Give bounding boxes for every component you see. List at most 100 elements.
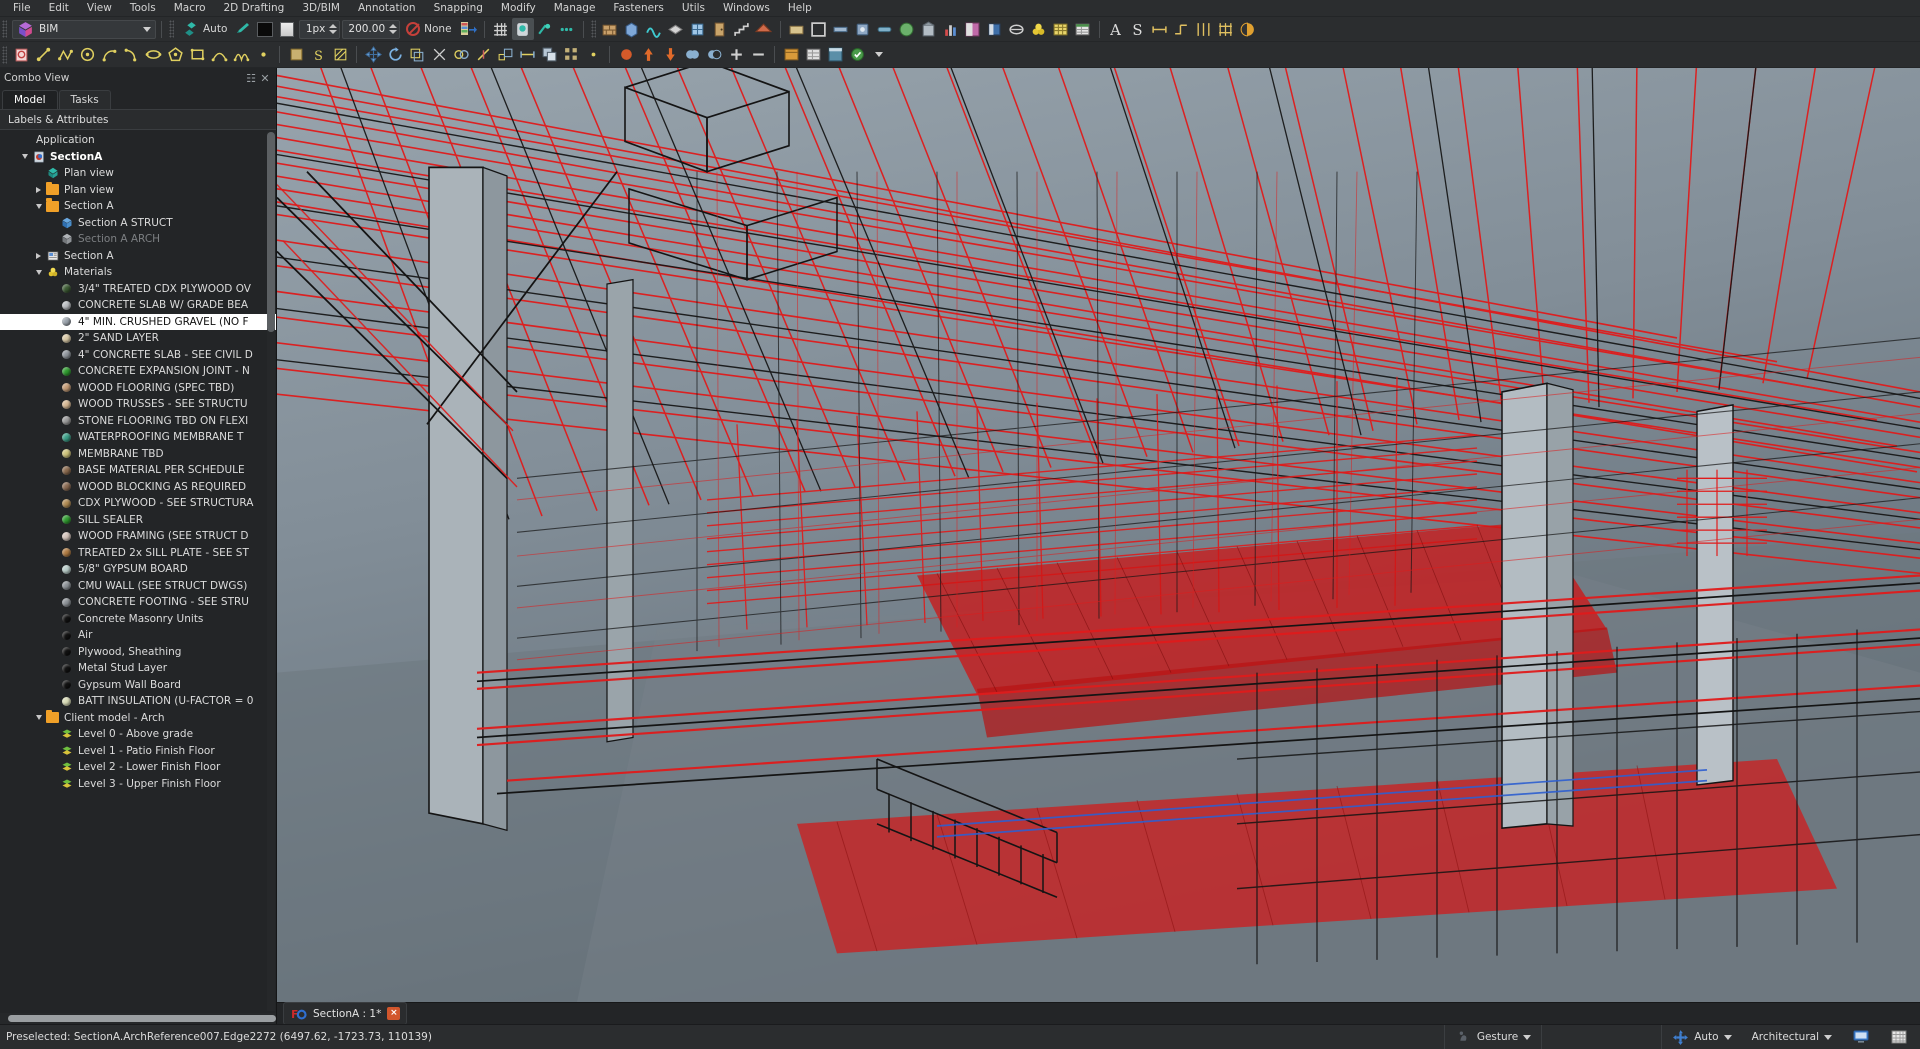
ifc-explorer-button[interactable] <box>780 44 802 66</box>
undock-icon[interactable]: ☷ <box>244 71 258 85</box>
point-array-button[interactable] <box>582 44 604 66</box>
extrude-down-button[interactable] <box>659 44 681 66</box>
tree-item[interactable]: WOOD FRAMING (SEE STRUCT D <box>0 528 276 545</box>
close-icon[interactable]: ✕ <box>258 71 272 85</box>
leader-tool-button[interactable]: S <box>1127 18 1149 40</box>
window-tool-button[interactable] <box>687 18 709 40</box>
toolbar-grip[interactable] <box>2 20 7 38</box>
toggle-grid-button[interactable] <box>490 18 512 40</box>
bezier-tool-button[interactable] <box>230 44 252 66</box>
scrollbar-thumb[interactable] <box>267 132 275 332</box>
polygon-tool-button[interactable] <box>164 44 186 66</box>
navigation-style-selector[interactable]: Gesture <box>1443 1024 1541 1049</box>
tree-item[interactable]: BATT INSULATION (U-FACTOR = 0 <box>0 693 276 710</box>
arc-tool-button[interactable] <box>98 44 120 66</box>
preflight-button[interactable] <box>846 44 868 66</box>
model-tree-container[interactable]: Application SectionA Plan view Plan view Sec… <box>0 130 276 1013</box>
space-tool-button[interactable] <box>962 18 984 40</box>
tree-item[interactable]: Section A ARCH <box>0 231 276 248</box>
tree-item[interactable]: Level 1 - Patio Finish Floor <box>0 743 276 760</box>
tree-item[interactable]: 2" SAND LAYER <box>0 330 276 347</box>
line-color-picker-button[interactable] <box>232 18 254 40</box>
snap-more-button[interactable] <box>556 18 578 40</box>
rebar-tool-button[interactable] <box>643 18 665 40</box>
tree-item[interactable]: SILL SEALER <box>0 512 276 529</box>
bim-views-button[interactable] <box>824 44 846 66</box>
line-color-swatch[interactable] <box>254 18 276 40</box>
circle-tool-button[interactable] <box>76 44 98 66</box>
toggle-fullscreen-button[interactable] <box>1842 1025 1880 1049</box>
menu-item-help[interactable]: Help <box>779 0 821 17</box>
stretch-tool-button[interactable] <box>516 44 538 66</box>
tree-item[interactable]: CDX PLYWOOD - SEE STRUCTURA <box>0 495 276 512</box>
tree-item[interactable]: WATERPROOFING MEMBRANE T <box>0 429 276 446</box>
tree-item[interactable]: CONCRETE EXPANSION JOINT - N <box>0 363 276 380</box>
close-icon[interactable]: × <box>387 1007 401 1020</box>
chevron-right-icon[interactable] <box>32 252 45 259</box>
dimension-mode-selector[interactable]: Auto <box>1661 1024 1741 1049</box>
ellipse-tool-button[interactable] <box>142 44 164 66</box>
tree-item[interactable]: TREATED 2x SILL PLATE - SEE ST <box>0 545 276 562</box>
sketch-tool-button[interactable] <box>10 44 32 66</box>
clone-tool-button[interactable] <box>538 44 560 66</box>
tree-item[interactable]: Air <box>0 627 276 644</box>
tree-item[interactable]: Level 3 - Upper Finish Floor <box>0 776 276 793</box>
menu-item-utils[interactable]: Utils <box>673 0 714 17</box>
line-width-spinner[interactable]: 1px <box>299 19 341 39</box>
spinner-arrows[interactable] <box>329 24 338 34</box>
menu-item-view[interactable]: View <box>78 0 121 17</box>
door-tool-button[interactable] <box>709 18 731 40</box>
tree-item[interactable]: 3/4" TREATED CDX PLYWOOD OV <box>0 281 276 298</box>
wall-tool-button[interactable] <box>599 18 621 40</box>
offset-tool-button[interactable] <box>406 44 428 66</box>
menu-item-edit[interactable]: Edit <box>40 0 78 17</box>
tree-item[interactable]: CONCRETE SLAB W/ GRADE BEA <box>0 297 276 314</box>
building-tool-button[interactable] <box>918 18 940 40</box>
tree-item[interactable]: Section A STRUCT <box>0 215 276 232</box>
remove-component-button[interactable] <box>747 44 769 66</box>
tree-item[interactable]: Client model - Arch <box>0 709 276 727</box>
tree-item[interactable]: Gypsum Wall Board <box>0 677 276 694</box>
apply-current-style-button[interactable] <box>457 18 479 40</box>
add-component-button[interactable] <box>725 44 747 66</box>
autogroup-button[interactable]: Auto <box>177 18 232 40</box>
color-red-button[interactable] <box>615 44 637 66</box>
frame-tool-button[interactable] <box>808 18 830 40</box>
menu-item-snapping[interactable]: Snapping <box>425 0 492 17</box>
toolbar-grip[interactable] <box>590 20 596 38</box>
apply-style-button[interactable]: None <box>401 18 456 40</box>
facebinder-tool-button[interactable] <box>285 44 307 66</box>
beam-tool-button[interactable] <box>830 18 852 40</box>
chevron-down-icon[interactable] <box>32 715 45 721</box>
tree-item[interactable]: WOOD TRUSSES - SEE STRUCTU <box>0 396 276 413</box>
point-tool-button[interactable] <box>252 44 274 66</box>
tree-item[interactable]: 4" CONCRETE SLAB - SEE CIVIL D <box>0 347 276 364</box>
subtract-button[interactable] <box>703 44 725 66</box>
roof-tool-button[interactable] <box>753 18 775 40</box>
profile-tool-button[interactable] <box>1006 18 1028 40</box>
move-tool-button[interactable] <box>362 44 384 66</box>
menu-item-2d-drafting[interactable]: 2D Drafting <box>215 0 294 17</box>
text-tool-button[interactable]: A <box>1105 18 1127 40</box>
text-size-spinner[interactable]: 200.00 <box>342 19 401 39</box>
chevron-right-icon[interactable] <box>32 186 45 193</box>
tree-item[interactable]: CONCRETE FOOTING - SEE STRU <box>0 594 276 611</box>
3d-viewport[interactable] <box>277 68 1920 1002</box>
tree-item[interactable]: Plywood, Sheathing <box>0 644 276 661</box>
tree-horizontal-scrollbar[interactable] <box>0 1013 276 1024</box>
ifc-quantities-button[interactable] <box>802 44 824 66</box>
tree-item[interactable]: Application <box>0 132 276 149</box>
menu-item-modify[interactable]: Modify <box>492 0 545 17</box>
join-tool-button[interactable] <box>450 44 472 66</box>
menu-item-windows[interactable]: Windows <box>714 0 779 17</box>
tree-item[interactable]: Materials <box>0 264 276 281</box>
menu-item-3d-bim[interactable]: 3D/BIM <box>293 0 349 17</box>
polyline-tool-button[interactable] <box>54 44 76 66</box>
menu-item-tools[interactable]: Tools <box>121 0 165 17</box>
tree-item[interactable]: CMU WALL (SEE STRUCT DWGS) <box>0 578 276 595</box>
extrude-up-button[interactable] <box>637 44 659 66</box>
spinner-arrows[interactable] <box>389 24 398 34</box>
tree-item[interactable]: Plan view <box>0 181 276 199</box>
trim-tool-button[interactable] <box>428 44 450 66</box>
tree-item[interactable]: Plan view <box>0 165 276 182</box>
